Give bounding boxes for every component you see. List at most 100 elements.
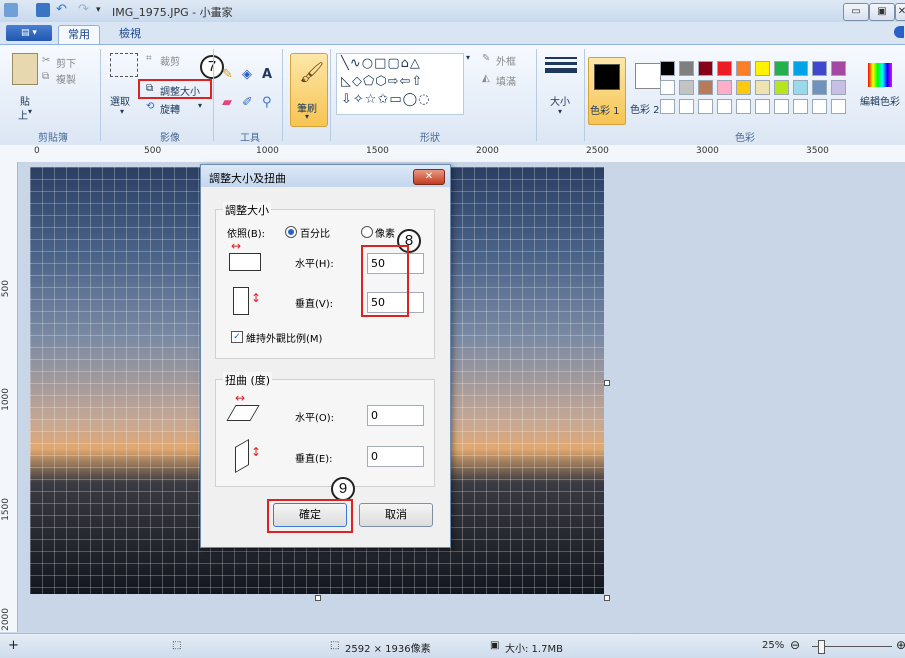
paste-button-label-2[interactable]: 上 [18, 107, 28, 122]
close-window-button[interactable]: ✕ [895, 3, 905, 21]
save-icon[interactable] [36, 3, 50, 17]
shapes-row-2[interactable]: ◺◇⬠⬡⇨⇦⇧ [341, 74, 423, 89]
custom-color-swatch[interactable] [831, 99, 846, 114]
skew-horizontal-input[interactable]: 0 [367, 405, 424, 426]
custom-color-swatch[interactable] [812, 99, 827, 114]
zoom-in-button[interactable]: ⊕ [896, 638, 905, 652]
palette-swatch[interactable] [774, 80, 789, 95]
palette-swatch[interactable] [774, 61, 789, 76]
skew-vertical-input[interactable]: 0 [367, 446, 424, 467]
maintain-aspect-label[interactable]: 維持外觀比例(M) [246, 330, 322, 345]
color1-button[interactable]: 色彩 1 [588, 57, 626, 125]
horizontal-resize-icon-box [229, 253, 261, 271]
pencil-icon[interactable]: ✎ [222, 67, 233, 82]
pixels-radio[interactable] [361, 226, 373, 238]
tab-view[interactable]: 檢視 [110, 25, 150, 44]
cancel-button[interactable]: 取消 [359, 503, 433, 527]
palette-swatch[interactable] [698, 61, 713, 76]
maintain-aspect-checkbox[interactable]: ✓ [231, 331, 243, 343]
color1-swatch [594, 64, 620, 90]
custom-color-swatch[interactable] [793, 99, 808, 114]
paste-icon[interactable] [12, 53, 38, 85]
cut-button[interactable]: 剪下 [56, 55, 76, 70]
undo-icon[interactable]: ↶ [56, 3, 70, 17]
help-icon[interactable] [894, 26, 904, 38]
eraser-icon[interactable]: ▰ [222, 95, 232, 110]
custom-color-swatch[interactable] [660, 99, 675, 114]
custom-color-swatch[interactable] [774, 99, 789, 114]
palette-swatch[interactable] [793, 80, 808, 95]
palette-swatch[interactable] [812, 61, 827, 76]
custom-color-swatch[interactable] [717, 99, 732, 114]
percent-radio[interactable] [285, 226, 297, 238]
palette-swatch[interactable] [755, 80, 770, 95]
palette-swatch[interactable] [793, 61, 808, 76]
edit-colors-button[interactable]: 編輯色彩 [860, 93, 900, 108]
paint-app-icon[interactable] [4, 3, 18, 17]
select-dropdown-icon[interactable]: ▾ [120, 107, 124, 116]
zoom-out-button[interactable]: ⊖ [790, 638, 800, 652]
resize-handle-right[interactable] [604, 380, 610, 386]
minimize-button[interactable]: ▭ [843, 3, 869, 21]
text-icon[interactable]: A [262, 67, 272, 82]
palette-swatch[interactable] [812, 80, 827, 95]
fill-shape-button[interactable]: 填滿 [496, 73, 516, 88]
shapes-gallery[interactable]: ╲∿○□▢⌂△ ◺◇⬠⬡⇨⇦⇧ ⇩✧☆✩▭◯◌ [336, 53, 464, 115]
size-icon[interactable] [545, 55, 577, 75]
by-label: 依照(B): [227, 229, 266, 240]
brush-button[interactable]: 🖌 筆刷 ▾ [290, 53, 328, 127]
palette-swatch[interactable] [660, 80, 675, 95]
rotate-dropdown-icon[interactable]: ▾ [198, 101, 202, 110]
custom-color-swatch[interactable] [736, 99, 751, 114]
percent-label[interactable]: 百分比 [300, 225, 330, 240]
custom-color-swatch[interactable] [679, 99, 694, 114]
paint-menu-button[interactable]: ▤ ▾ [6, 25, 52, 41]
shapes-row-1[interactable]: ╲∿○□▢⌂△ [341, 56, 421, 71]
palette-swatch[interactable] [679, 61, 694, 76]
tab-home[interactable]: 常用 [58, 25, 100, 45]
palette-swatch[interactable] [698, 80, 713, 95]
magnifier-icon[interactable]: ⚲ [262, 95, 272, 110]
pixels-label[interactable]: 像素 [375, 225, 395, 240]
vertical-resize-icon [233, 287, 249, 315]
palette-swatch[interactable] [660, 61, 675, 76]
shapes-scroll-icon[interactable]: ▾ [466, 53, 470, 62]
custom-color-swatch[interactable] [698, 99, 713, 114]
fill-icon[interactable]: ◈ [242, 67, 252, 82]
palette-swatch[interactable] [736, 61, 751, 76]
crop-button[interactable]: 裁剪 [160, 53, 180, 68]
palette-swatch[interactable] [755, 61, 770, 76]
title-bar: ↶ ↷ ▾ IMG_1975.JPG - 小畫家 ▭ ▣ ✕ [0, 0, 905, 22]
size-dropdown-icon[interactable]: ▾ [558, 107, 562, 116]
zoom-slider-thumb[interactable] [818, 640, 825, 654]
select-button[interactable]: 選取 [110, 93, 130, 108]
horizontal-resize-icon: ↔ [231, 239, 242, 253]
ruler-tick-label: 2000 [1, 608, 11, 631]
select-icon[interactable] [110, 53, 138, 77]
vertical-ruler: 500 1000 1500 2000 [0, 162, 18, 632]
resize-handle-bottom[interactable] [315, 595, 321, 601]
palette-swatch[interactable] [717, 80, 732, 95]
paste-dropdown-icon[interactable]: ▾ [28, 107, 32, 116]
customize-quick-access-icon[interactable]: ▾ [96, 3, 110, 17]
color-palette[interactable] [660, 61, 860, 121]
palette-swatch[interactable] [831, 80, 846, 95]
shapes-row-3[interactable]: ⇩✧☆✩▭◯◌ [341, 92, 431, 107]
palette-swatch[interactable] [831, 61, 846, 76]
dialog-close-button[interactable]: ✕ [413, 169, 445, 185]
redo-icon[interactable]: ↷ [78, 3, 92, 17]
edit-colors-icon[interactable] [868, 63, 892, 87]
custom-color-swatch[interactable] [755, 99, 770, 114]
dialog-title-bar[interactable]: 調整大小及扭曲 ✕ [201, 165, 450, 187]
rotate-button[interactable]: 旋轉 [160, 101, 180, 116]
paste-button-label[interactable]: 貼 [20, 93, 30, 108]
palette-swatch[interactable] [736, 80, 751, 95]
resize-handle-corner[interactable] [604, 595, 610, 601]
copy-button[interactable]: 複製 [56, 71, 76, 86]
outline-button[interactable]: 外框 [496, 53, 516, 68]
maximize-button[interactable]: ▣ [869, 3, 895, 21]
palette-swatch[interactable] [679, 80, 694, 95]
palette-swatch[interactable] [717, 61, 732, 76]
size-button[interactable]: 大小 [550, 93, 570, 108]
color-picker-icon[interactable]: ✐ [242, 95, 253, 110]
